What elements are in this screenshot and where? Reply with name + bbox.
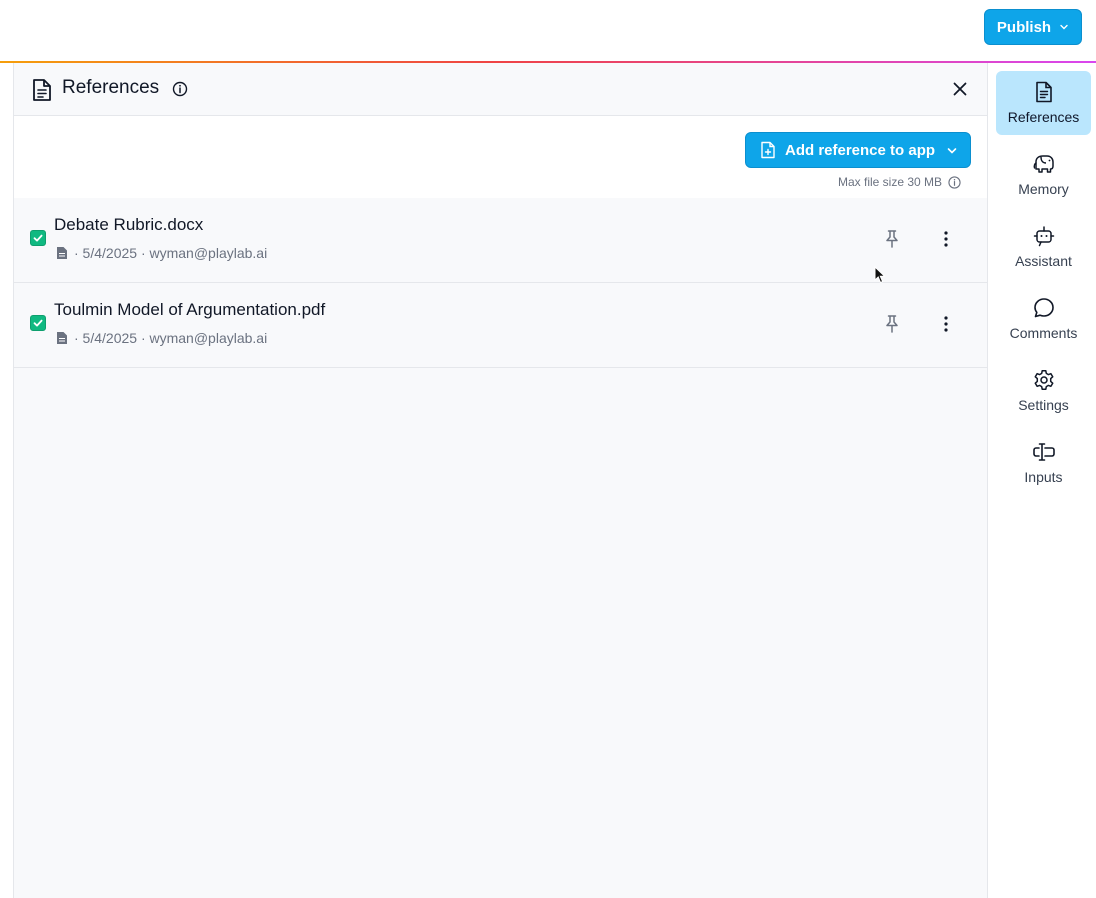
sidebar-item-memory[interactable]: Memory [996, 143, 1091, 207]
text-cursor-input-icon [1032, 443, 1055, 461]
document-icon [1035, 81, 1052, 103]
reference-row[interactable]: Debate Rubric.docx · 5/4/2025 · wyman@pl… [14, 198, 987, 283]
mouse-cursor-icon [874, 266, 886, 284]
max-file-size-note: Max file size 30 MB [838, 175, 961, 189]
reference-name: Debate Rubric.docx [54, 215, 204, 234]
more-vertical-icon[interactable] [940, 229, 952, 249]
reference-meta: · 5/4/2025 · wyman@playlab.ai [56, 245, 267, 261]
panel-title: References [62, 77, 160, 98]
check-icon [33, 234, 43, 242]
references-toolbar: Add reference to app Max file size 30 MB [14, 116, 987, 198]
sidebar-item-inputs[interactable]: Inputs [996, 431, 1091, 495]
reference-meta: · 5/4/2025 · wyman@playlab.ai [56, 330, 267, 346]
add-reference-button[interactable]: Add reference to app [745, 132, 971, 168]
chevron-down-icon [1060, 24, 1068, 30]
pin-icon[interactable] [883, 314, 901, 334]
sidebar-item-label: Inputs [1024, 469, 1063, 485]
panel-header: References [14, 63, 987, 116]
file-icon [57, 247, 67, 259]
elephant-icon [1033, 155, 1054, 173]
sidebar-item-label: Settings [1018, 397, 1069, 413]
reference-checkbox[interactable] [30, 315, 46, 331]
reference-row[interactable]: Toulmin Model of Argumentation.pdf · 5/4… [14, 283, 987, 368]
sidebar-item-settings[interactable]: Settings [996, 359, 1091, 423]
file-icon [57, 332, 67, 344]
sidebar-item-label: Assistant [1015, 253, 1072, 269]
references-panel: References Add reference to app Max file… [14, 63, 987, 898]
check-icon [33, 319, 43, 327]
left-gutter [0, 63, 14, 898]
publish-button[interactable]: Publish [984, 9, 1082, 45]
reference-meta-text: · 5/4/2025 · wyman@playlab.ai [74, 245, 268, 261]
chevron-down-icon [947, 148, 957, 154]
sidebar-item-label: Comments [1009, 325, 1078, 341]
add-reference-label: Add reference to app [785, 141, 936, 159]
top-bar: Publish [0, 0, 1096, 62]
reference-meta-text: · 5/4/2025 · wyman@playlab.ai [74, 330, 268, 346]
publish-label: Publish [996, 18, 1052, 36]
info-icon[interactable] [172, 81, 188, 97]
robot-icon [1033, 226, 1054, 247]
document-icon [33, 79, 51, 101]
chat-bubble-icon [1033, 298, 1054, 318]
close-icon[interactable] [952, 81, 968, 97]
pin-icon[interactable] [883, 229, 901, 249]
gear-icon [1034, 370, 1053, 390]
sidebar-item-references[interactable]: References [996, 71, 1091, 135]
reference-checkbox[interactable] [30, 230, 46, 246]
reference-name: Toulmin Model of Argumentation.pdf [54, 300, 326, 319]
sidebar-item-comments[interactable]: Comments [996, 287, 1091, 351]
sidebar-item-label: Memory [1018, 181, 1069, 197]
sidebar-item-label: References [1007, 109, 1080, 125]
file-plus-icon [761, 141, 775, 159]
info-icon[interactable] [948, 175, 961, 189]
max-file-size-text: Max file size 30 MB [838, 175, 943, 189]
sidebar-item-assistant[interactable]: Assistant [996, 215, 1091, 279]
right-sidebar: References Memory Assistant Comments Set… [987, 63, 1096, 898]
more-vertical-icon[interactable] [940, 314, 952, 334]
